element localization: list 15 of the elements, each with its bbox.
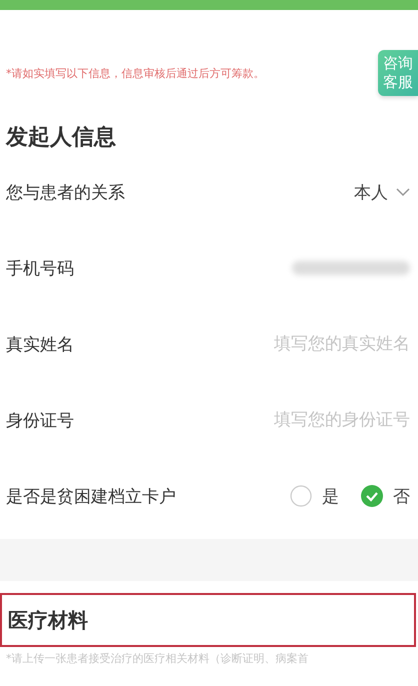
section-title: 医疗材料 [0, 593, 416, 647]
field-label: 您与患者的关系 [6, 182, 125, 204]
field-label: 是否是贫困建档立卡户 [6, 486, 176, 508]
upload-note: *请上传一张患者接受治疗的医疗相关材料（诊断证明、病案首 [5, 651, 310, 666]
relation-select[interactable]: 本人 [354, 180, 410, 204]
radio-option[interactable]: 否 [361, 484, 410, 508]
section-title: 发起人信息 [4, 124, 117, 152]
input-field[interactable]: 填写您的真实姓名 [240, 334, 410, 354]
chevron-down-icon [396, 188, 410, 196]
field-label: 身份证号 [6, 410, 74, 432]
field-label: 手机号码 [6, 258, 74, 280]
radio-option[interactable]: 是 [290, 484, 339, 508]
input-field[interactable]: 填写您的身份证号 [240, 410, 410, 430]
notice-text: *请如实填写以下信息，信息审核后通过后方可筹款。 [6, 66, 264, 80]
field-label: 真实姓名 [6, 334, 74, 356]
